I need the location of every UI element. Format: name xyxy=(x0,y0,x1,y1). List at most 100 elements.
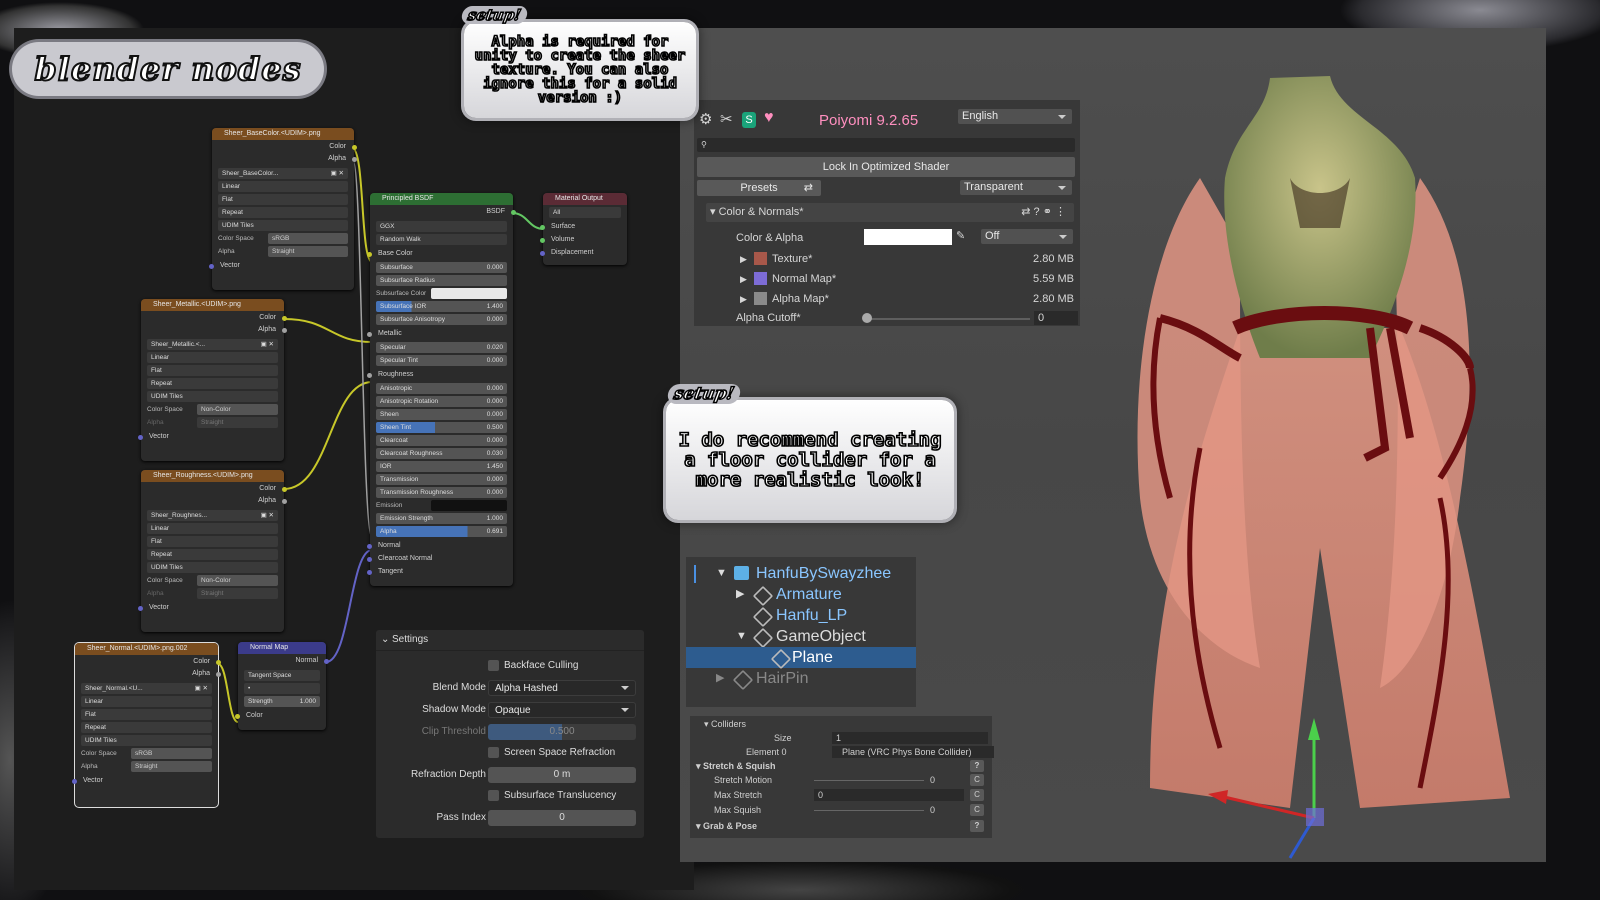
socket-vector[interactable]: Vector xyxy=(209,259,354,273)
node-principled-bsdf[interactable]: Principled BSDF BSDF GGX Random Walk Bas… xyxy=(367,193,516,586)
hierarchy-item-hanfu-lp[interactable]: Hanfu_LP xyxy=(686,605,916,628)
bsdf-input-row[interactable]: Metallic xyxy=(367,327,513,340)
bsdf-input-row[interactable]: Emission xyxy=(376,500,507,511)
settings-header[interactable]: ⌄ Settings xyxy=(376,630,644,651)
bsdf-input-row[interactable]: Clearcoat Normal xyxy=(367,552,513,565)
hierarchy-item-gameobject[interactable]: ▼ GameObject xyxy=(686,626,916,649)
gear-icon[interactable]: ⚙ xyxy=(699,110,712,128)
interp-select[interactable]: Linear xyxy=(81,696,212,707)
target-select[interactable]: All xyxy=(549,207,621,218)
alpha-mode-select[interactable]: Straight xyxy=(131,761,212,772)
lock-shader-button[interactable]: Lock In Optimized Shader xyxy=(697,157,1075,177)
bsdf-input-row[interactable]: Sheen Tint 0.500 xyxy=(376,422,507,433)
extension-select[interactable]: Repeat xyxy=(81,722,212,733)
bsdf-input-row[interactable]: Specular 0.020 xyxy=(376,342,507,353)
node-normal-texture[interactable]: Sheer_Normal.<UDIM>.png.002 Color Alpha … xyxy=(72,643,221,807)
bsdf-input-row[interactable]: Subsurface Anisotropy 0.000 xyxy=(376,314,507,325)
socket-vector[interactable]: Vector xyxy=(138,430,284,444)
bsdf-input-row[interactable]: Subsurface Color xyxy=(376,288,507,299)
alpha-mode-select[interactable]: Straight xyxy=(197,588,278,599)
source-select[interactable]: UDIM Tiles xyxy=(147,562,278,573)
help-button[interactable]: ? xyxy=(970,760,984,772)
socket-alpha[interactable]: Alpha xyxy=(141,323,287,337)
socket-alpha[interactable]: Alpha xyxy=(141,494,287,508)
color-swatch[interactable] xyxy=(864,229,952,245)
colorspace-select[interactable]: Non-Color xyxy=(197,404,278,415)
projection-select[interactable]: Flat xyxy=(81,709,212,720)
hierarchy-item-plane[interactable]: Plane xyxy=(686,647,916,670)
bsdf-input-row[interactable]: Anisotropic 0.000 xyxy=(376,383,507,394)
bsdf-input-row[interactable]: Anisotropic Rotation 0.000 xyxy=(376,396,507,407)
eyedropper-icon[interactable]: ✎ xyxy=(956,229,965,242)
node-metallic[interactable]: Sheer_Metallic.<UDIM>.png Color Alpha Sh… xyxy=(138,299,287,461)
source-select[interactable]: UDIM Tiles xyxy=(147,391,278,402)
stretch-motion-field[interactable]: 0 xyxy=(930,773,935,787)
render-mode-select[interactable]: Transparent xyxy=(960,180,1072,195)
socket-displacement[interactable]: Displacement xyxy=(540,246,627,259)
socket-normal-out[interactable]: Normal xyxy=(238,654,329,668)
max-squish-field[interactable]: 0 xyxy=(930,803,935,817)
interp-select[interactable]: Linear xyxy=(147,352,278,363)
max-squish-slider[interactable] xyxy=(814,810,924,811)
shader-s-icon[interactable]: S xyxy=(742,112,756,128)
uv-select[interactable]: • xyxy=(244,683,320,694)
curve-button[interactable]: C xyxy=(970,789,984,801)
socket-surface[interactable]: Surface xyxy=(540,220,627,233)
stretch-motion-slider[interactable] xyxy=(814,780,924,781)
socket-vector[interactable]: Vector xyxy=(138,601,284,615)
socket-alpha[interactable]: Alpha xyxy=(212,152,357,166)
alpha-cutoff-field[interactable]: 0 xyxy=(1034,311,1078,325)
alpha-cutoff-slider[interactable] xyxy=(866,318,1030,320)
grab-pose-foldout[interactable]: ▾ Grab & Pose? xyxy=(690,819,992,833)
colliders-foldout[interactable]: ▾ Colliders xyxy=(690,717,992,731)
projection-select[interactable]: Flat xyxy=(218,194,348,205)
presets-button[interactable]: Presets ⇄ xyxy=(697,180,821,196)
projection-select[interactable]: Flat xyxy=(147,365,278,376)
backface-culling-checkbox[interactable] xyxy=(488,660,499,671)
alpha-mode-select[interactable]: Straight xyxy=(197,417,278,428)
socket-vector[interactable]: Vector xyxy=(72,774,218,788)
hierarchy-item-hairpin[interactable]: ▶ HairPin xyxy=(686,668,916,691)
blend-mode-select[interactable]: Alpha Hashed xyxy=(488,680,636,696)
curve-button[interactable]: C xyxy=(970,804,984,816)
bsdf-input-row[interactable]: Emission Strength 1.000 xyxy=(376,513,507,524)
texture-thumbnail[interactable] xyxy=(754,292,767,305)
bsdf-input-row[interactable]: IOR 1.450 xyxy=(376,461,507,472)
image-selector[interactable]: Sheer_Normal.<U... ▣ ✕ xyxy=(81,683,212,694)
source-select[interactable]: UDIM Tiles xyxy=(81,735,212,746)
bsdf-input-row[interactable]: Transmission Roughness 0.000 xyxy=(376,487,507,498)
alpha-mode-select[interactable]: Straight xyxy=(268,246,348,257)
section-tools-icon[interactable]: ⇄ ? ⚭ ⋮ xyxy=(1021,203,1066,222)
ssr-checkbox[interactable] xyxy=(488,747,499,758)
shadow-mode-select[interactable]: Opaque xyxy=(488,702,636,718)
bsdf-input-row[interactable]: Alpha 0.691 xyxy=(376,526,507,537)
hierarchy-item-root[interactable]: ▼ HanfuBySwayzhee xyxy=(686,563,916,584)
image-selector[interactable]: Sheer_Metallic.<... ▣ ✕ xyxy=(147,339,278,350)
tools-icon[interactable]: ✂ xyxy=(720,110,733,128)
bsdf-input-row[interactable]: Sheen 0.000 xyxy=(376,409,507,420)
bsdf-input-row[interactable]: Subsurface Radius xyxy=(376,275,507,286)
colorspace-select[interactable]: sRGB xyxy=(268,233,348,244)
pass-index-field[interactable]: 0 xyxy=(488,810,636,826)
help-button[interactable]: ? xyxy=(970,820,984,832)
image-selector[interactable]: Sheer_Roughnes... ▣ ✕ xyxy=(147,510,278,521)
texture-thumbnail[interactable] xyxy=(754,252,767,265)
node-basecolor[interactable]: Sheer_BaseColor.<UDIM>.png Color Alpha S… xyxy=(209,128,357,290)
socket-base-color[interactable]: Base Color xyxy=(367,247,513,260)
bsdf-input-row[interactable]: Normal xyxy=(367,539,513,552)
socket-volume[interactable]: Volume xyxy=(540,233,627,246)
socket-color-in[interactable]: Color xyxy=(235,709,326,723)
bsdf-input-row[interactable]: Subsurface IOR 1.400 xyxy=(376,301,507,312)
extension-select[interactable]: Repeat xyxy=(147,378,278,389)
search-input[interactable]: ⚲ xyxy=(697,138,1075,152)
max-stretch-field[interactable]: 0 xyxy=(814,789,964,801)
bsdf-input-row[interactable]: Subsurface 0.000 xyxy=(376,262,507,273)
node-roughness[interactable]: Sheer_Roughness.<UDIM>.png Color Alpha S… xyxy=(138,470,287,632)
colorspace-select[interactable]: sRGB xyxy=(131,748,212,759)
stretch-squish-foldout[interactable]: ▾ Stretch & Squish? xyxy=(690,759,992,773)
alpha-cutoff-handle[interactable] xyxy=(862,313,872,323)
colliders-size-field[interactable]: 1 xyxy=(832,732,988,744)
sss-method-select[interactable]: Random Walk xyxy=(376,234,507,245)
interp-select[interactable]: Linear xyxy=(147,523,278,534)
source-select[interactable]: UDIM Tiles xyxy=(218,220,348,231)
